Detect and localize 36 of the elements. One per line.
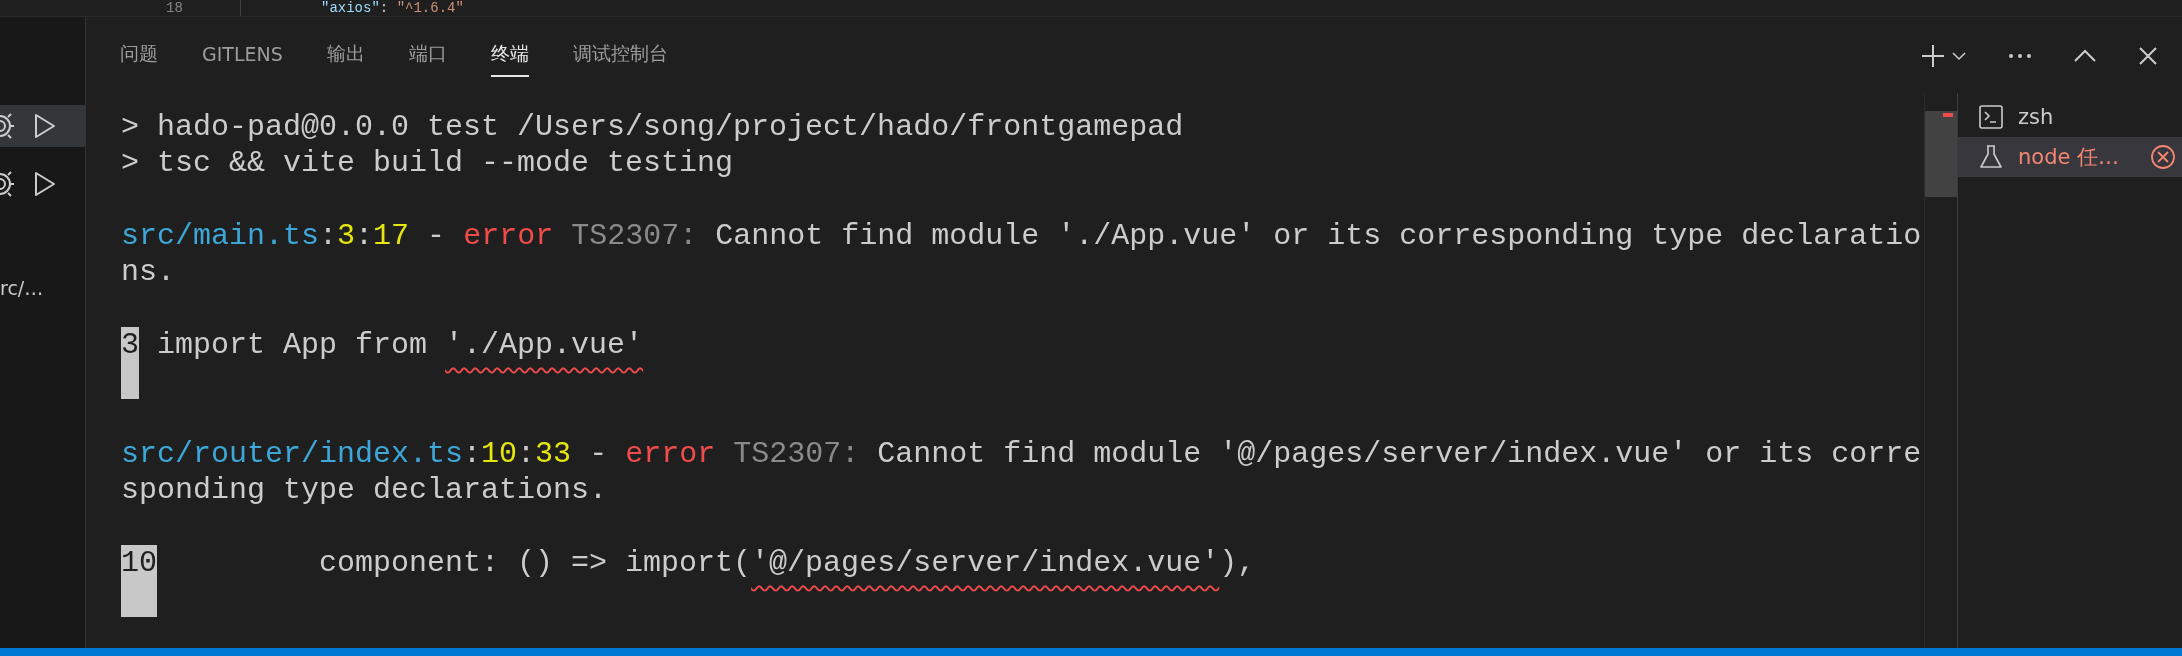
code-line: import App from './App.vue' xyxy=(157,326,644,364)
panel-tab[interactable]: 问题 xyxy=(120,41,158,77)
terminal-line: ns. xyxy=(121,254,176,291)
more-icon[interactable] xyxy=(2008,53,2032,59)
gear-icon xyxy=(0,112,14,140)
terminal-line: src/main.ts:3:17 - error TS2307: Cannot find module './App.vue' or its corresponding type declaratio xyxy=(121,217,1923,255)
terminal-icon xyxy=(1978,104,2004,130)
chevron-up-icon[interactable] xyxy=(2074,49,2096,63)
terminal-line: > tsc && vite build --mode testing xyxy=(121,145,735,182)
terminal-line: > hado-pad@0.0.0 test /Users/song/project/hado/frontgamepad xyxy=(121,109,1185,146)
panel-tab[interactable]: GITLENS xyxy=(202,41,283,77)
gear-icon xyxy=(0,170,14,198)
play-icon[interactable] xyxy=(34,113,56,139)
line-number: 18 xyxy=(166,0,184,16)
code-line: component: () => import('@/pages/server/index.vue'), xyxy=(318,544,1256,582)
panel-tab[interactable]: 调试控制台 xyxy=(572,41,668,77)
scrollbar-thumb[interactable] xyxy=(1925,111,1957,197)
panel-tab[interactable]: 终端 xyxy=(490,41,529,77)
line-number: 10 xyxy=(121,544,157,618)
close-icon[interactable] xyxy=(2138,46,2158,66)
terminal-line: src/router/index.ts:10:33 - error TS2307: Cannot find module '@/pages/server/index.vue' or its corre xyxy=(121,435,1923,472)
error-icon xyxy=(2150,144,2176,170)
line-number: 3 xyxy=(121,326,139,400)
code-line: "axios": "^1.6.4" xyxy=(321,0,464,16)
plus-icon[interactable] xyxy=(1920,43,1946,69)
flask-icon xyxy=(1978,144,2004,170)
run-row[interactable] xyxy=(0,105,85,147)
error-marker xyxy=(1943,113,1953,117)
sidebar-path: rc/… xyxy=(0,277,45,299)
play-icon[interactable] xyxy=(34,171,56,197)
panel-tab[interactable]: 端口 xyxy=(408,41,447,77)
terminal-line: sponding type declarations. xyxy=(121,471,609,509)
terminal-tab[interactable]: node 任… xyxy=(1958,137,2182,177)
panel-tab[interactable]: 输出 xyxy=(326,41,365,77)
terminal-tab[interactable]: zsh xyxy=(1958,97,2182,137)
chevron-down-icon[interactable] xyxy=(1952,51,1966,61)
